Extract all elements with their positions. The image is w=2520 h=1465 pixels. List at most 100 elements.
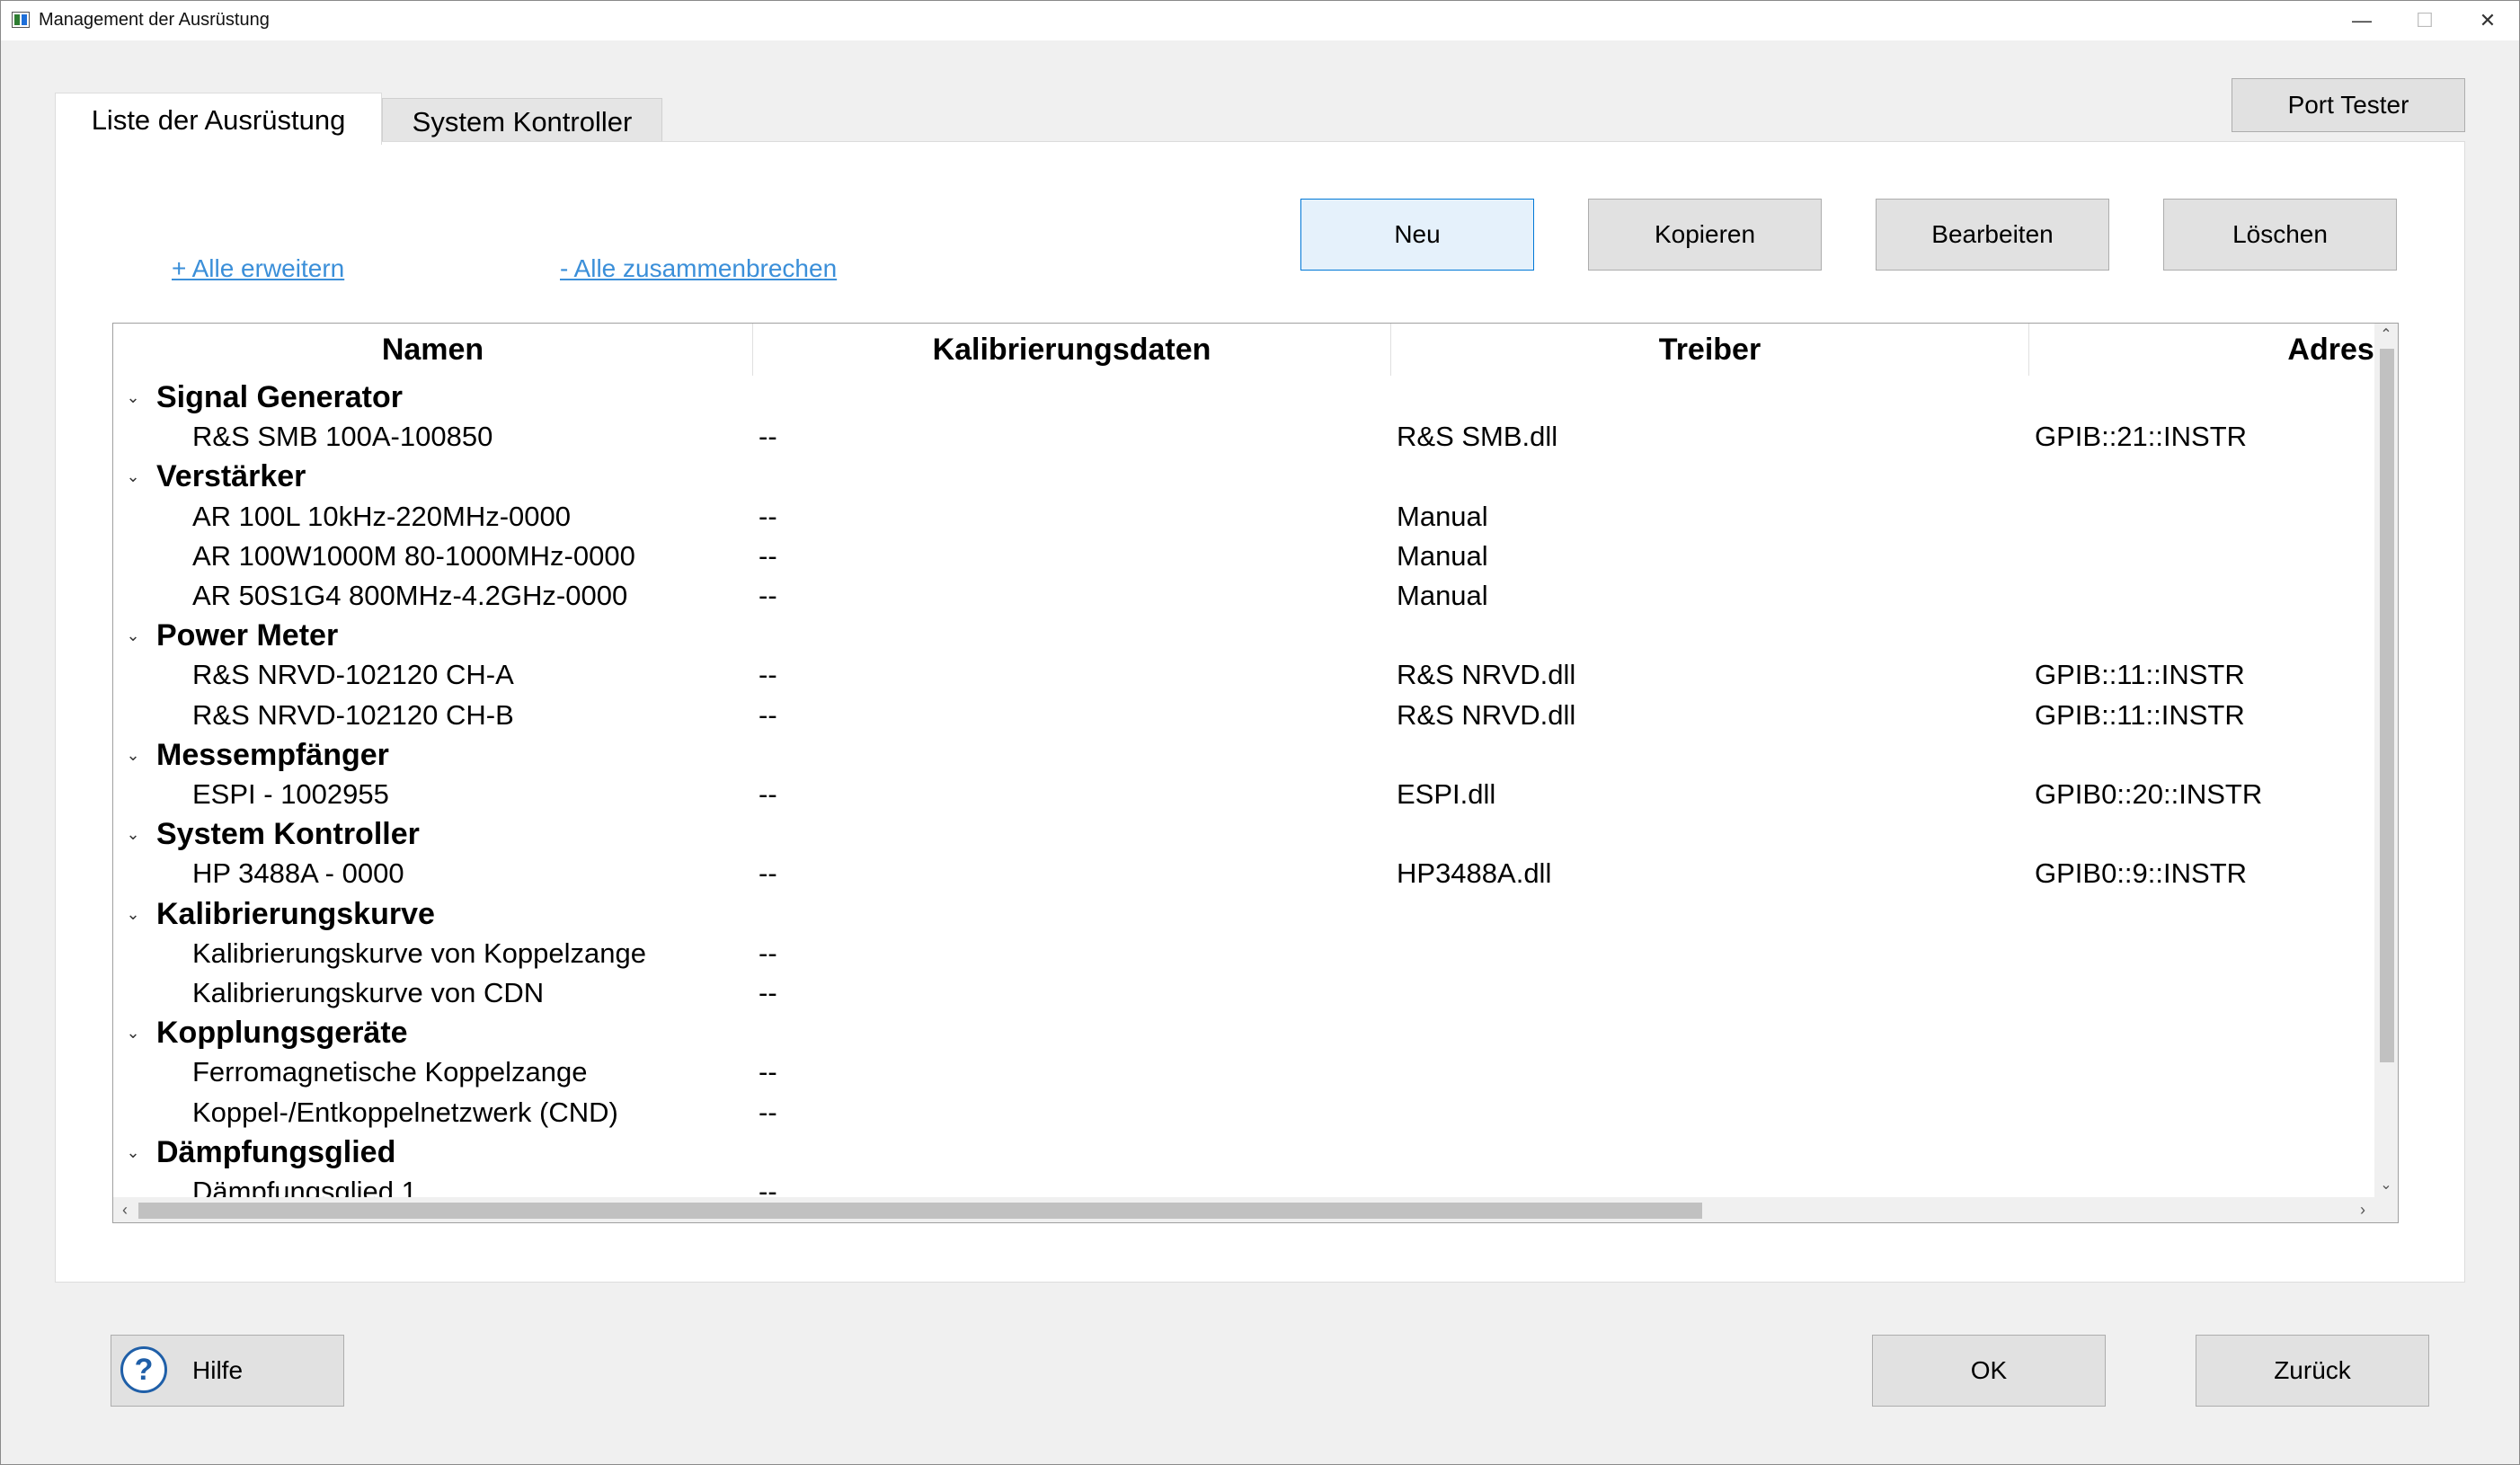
chevron-down-icon[interactable]: ⌄ [122, 1132, 144, 1172]
scrollbar-corner [2374, 1197, 2398, 1222]
chevron-down-icon[interactable]: ⌄ [122, 814, 144, 854]
cell-name: Ferromagnetische Koppelzange [192, 1056, 588, 1088]
edit-button[interactable]: Bearbeiten [1876, 199, 2109, 271]
port-tester-button[interactable]: Port Tester [2232, 78, 2465, 132]
group-label: Kalibrierungskurve [156, 896, 435, 931]
table-row[interactable]: ESPI - 1002955 -- ESPI.dll GPIB0::20::INSTR [113, 775, 2374, 814]
cell-calibration: -- [759, 698, 777, 731]
cell-address: GPIB0::20::INSTR [2035, 778, 2263, 810]
cell-driver: HP3488A.dll [1397, 857, 1552, 890]
cell-name: ESPI - 1002955 [192, 778, 389, 810]
table-row[interactable]: Koppel-/Entkoppelnetzwerk (CND) -- [113, 1093, 2374, 1132]
table-row[interactable]: Dämpfungsglied 1 -- [113, 1172, 2374, 1197]
cell-driver: Manual [1397, 580, 1488, 611]
cell-name: Kalibrierungskurve von Koppelzange [192, 937, 646, 969]
new-button[interactable]: Neu [1300, 199, 1534, 271]
expand-all-link[interactable]: + Alle erweitern [172, 254, 344, 283]
group-label: System Kontroller [156, 817, 420, 852]
cell-name: R&S NRVD-102120 CH-A [192, 659, 514, 691]
vertical-scroll-thumb[interactable] [2380, 349, 2394, 1062]
chevron-down-icon[interactable]: ⌄ [122, 457, 144, 496]
cell-name: Koppel-/Entkoppelnetzwerk (CND) [192, 1096, 618, 1128]
cell-driver: R&S NRVD.dll [1397, 698, 1576, 731]
close-icon[interactable]: ✕ [2456, 1, 2519, 40]
group-row[interactable]: ⌄ Signal Generator [113, 377, 2374, 417]
table-row[interactable]: AR 50S1G4 800MHz-4.2GHz-0000 -- Manual [113, 576, 2374, 616]
help-button[interactable]: ? Hilfe [111, 1335, 344, 1407]
grid-header: Namen Kalibrierungsdaten Treiber Adresse [113, 324, 2374, 376]
group-row[interactable]: ⌄ Messempfänger [113, 735, 2374, 775]
cell-name: Dämpfungsglied 1 [192, 1176, 417, 1197]
table-row[interactable]: AR 100W1000M 80-1000MHz-0000 -- Manual [113, 537, 2374, 576]
back-button[interactable]: Zurück [2196, 1335, 2429, 1407]
scroll-left-icon[interactable]: ‹ [113, 1197, 137, 1222]
cell-calibration: -- [759, 857, 777, 890]
copy-button[interactable]: Kopieren [1588, 199, 1822, 271]
minimize-icon[interactable]: — [2330, 1, 2393, 40]
cell-name: R&S SMB 100A-100850 [192, 421, 493, 453]
horizontal-scrollbar[interactable]: ‹ › [113, 1197, 2374, 1222]
chevron-down-icon[interactable]: ⌄ [122, 1013, 144, 1052]
scroll-up-icon[interactable]: ⌃ [2374, 324, 2398, 347]
equipment-grid[interactable]: Namen Kalibrierungsdaten Treiber Adresse… [112, 323, 2399, 1223]
cell-address: GPIB0::9::INSTR [2035, 857, 2248, 890]
horizontal-scroll-thumb[interactable] [138, 1203, 1702, 1219]
cell-calibration: -- [759, 1176, 777, 1197]
maximize-icon[interactable]: ☐ [2393, 1, 2456, 40]
cell-calibration: -- [759, 421, 777, 453]
cell-address: GPIB::21::INSTR [2035, 421, 2248, 453]
chevron-down-icon[interactable]: ⌄ [122, 894, 144, 934]
help-icon: ? [120, 1346, 167, 1393]
table-row[interactable]: R&S SMB 100A-100850 -- R&S SMB.dll GPIB::21… [113, 417, 2374, 457]
cell-driver: R&S NRVD.dll [1397, 659, 1576, 691]
chevron-down-icon[interactable]: ⌄ [122, 735, 144, 775]
cell-name: AR 100L 10kHz-220MHz-0000 [192, 500, 572, 532]
group-row[interactable]: ⌄ Kopplungsgeräte [113, 1013, 2374, 1052]
group-row[interactable]: ⌄ Power Meter [113, 616, 2374, 655]
group-label: Signal Generator [156, 380, 403, 414]
group-row[interactable]: ⌄ Verstärker [113, 457, 2374, 496]
group-row[interactable]: ⌄ System Kontroller [113, 814, 2374, 854]
scroll-down-icon[interactable]: ⌄ [2374, 1174, 2398, 1197]
cell-driver: Manual [1397, 539, 1488, 572]
column-header-driver[interactable]: Treiber [1391, 324, 2029, 376]
cell-calibration: -- [759, 778, 777, 810]
cell-driver: R&S SMB.dll [1397, 421, 1558, 453]
tab-equipment-list[interactable]: Liste der Ausrüstung [55, 93, 382, 145]
chevron-down-icon[interactable]: ⌄ [122, 377, 144, 417]
column-header-calibration[interactable]: Kalibrierungsdaten [753, 324, 1391, 376]
table-row[interactable]: Ferromagnetische Koppelzange -- [113, 1052, 2374, 1092]
cell-name: AR 50S1G4 800MHz-4.2GHz-0000 [192, 580, 628, 611]
table-row[interactable]: Kalibrierungskurve von Koppelzange -- [113, 934, 2374, 973]
collapse-all-link[interactable]: - Alle zusammenbrechen [560, 254, 837, 283]
tab-system-controller[interactable]: System Kontroller [382, 98, 662, 143]
cell-calibration: -- [759, 659, 777, 691]
cell-calibration: -- [759, 1096, 777, 1128]
title-bar: Management der Ausrüstung — ☐ ✕ [1, 1, 2519, 40]
scroll-right-icon[interactable]: › [2351, 1197, 2374, 1222]
vertical-scrollbar[interactable]: ⌃ ⌄ [2374, 324, 2398, 1197]
app-icon [12, 12, 30, 28]
cell-name: R&S NRVD-102120 CH-B [192, 698, 514, 731]
ok-button[interactable]: OK [1872, 1335, 2106, 1407]
cell-calibration: -- [759, 977, 777, 1008]
cell-name: HP 3488A - 0000 [192, 857, 404, 890]
cell-name: AR 100W1000M 80-1000MHz-0000 [192, 539, 635, 572]
column-header-name[interactable]: Namen [113, 324, 753, 376]
cell-calibration: -- [759, 1056, 777, 1088]
cell-calibration: -- [759, 580, 777, 611]
group-label: Power Meter [156, 618, 339, 653]
group-row[interactable]: ⌄ Dämpfungsglied [113, 1132, 2374, 1172]
cell-driver: Manual [1397, 500, 1488, 532]
table-row[interactable]: R&S NRVD-102120 CH-A -- R&S NRVD.dll GPIB::… [113, 655, 2374, 695]
table-row[interactable]: HP 3488A - 0000 -- HP3488A.dll GPIB0::9::IN… [113, 854, 2374, 893]
column-header-address[interactable]: Adresse [2029, 324, 2374, 376]
chevron-down-icon[interactable]: ⌄ [122, 616, 144, 655]
group-label: Kopplungsgeräte [156, 1016, 408, 1051]
group-row[interactable]: ⌄ Kalibrierungskurve [113, 894, 2374, 934]
table-row[interactable]: AR 100L 10kHz-220MHz-0000 -- Manual [113, 497, 2374, 537]
delete-button[interactable]: Löschen [2163, 199, 2397, 271]
table-row[interactable]: R&S NRVD-102120 CH-B -- R&S NRVD.dll GPIB::… [113, 696, 2374, 735]
table-row[interactable]: Kalibrierungskurve von CDN -- [113, 973, 2374, 1013]
group-label: Messempfänger [156, 737, 389, 772]
